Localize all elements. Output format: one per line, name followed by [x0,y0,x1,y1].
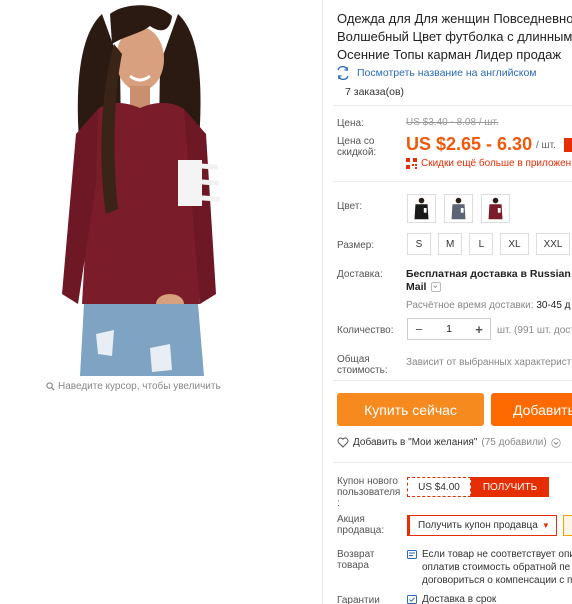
returns-label-line: Возврат [337,549,375,560]
chevron-down-icon [433,285,438,289]
product-details: Одежда для Для женщин Повседневное о Вол… [322,0,572,604]
size-option-xxl[interactable]: XXL [535,233,571,255]
color-swatch-gray[interactable] [444,194,473,223]
quantity-label: Количество: [337,325,394,336]
return-info-icon [407,550,417,559]
buy-now-button[interactable]: Купить сейчас [337,393,484,426]
returns-policy-line: договориться о компенсации с п [422,575,572,586]
shipping-method-line: Mail [406,281,427,293]
add-to-wishlist-link[interactable]: Добавить в "Мои желания" (75 добавили) [337,437,561,448]
quantity-stepper: − 1 + [407,318,491,340]
seller-coupon-text: Получить купон продавца [418,520,538,531]
coupon-label-line: Купон нового [337,476,398,487]
price-label: Цена: [337,118,364,129]
size-label: Размер: [337,240,375,251]
divider [333,462,572,463]
divider [333,380,572,381]
product-title-line: Осенние Топы карман Лидер продаж [337,47,562,62]
guarantee-text: Доставка в срок [422,594,497,604]
color-swatches [407,194,510,223]
shipping-method-line: Бесплатная доставка в Russian Fe [406,268,572,280]
translate-icon [337,66,349,80]
size-option-xl[interactable]: XL [500,233,529,255]
orders-count: 7 заказа(ов) [345,86,405,98]
size-options: S M L XL XXL [407,233,571,255]
product-title-line: Одежда для Для женщин Повседневное о [337,11,572,26]
app-discount-link[interactable]: Скидки ещё больше в приложен [406,158,571,169]
delivery-time-label: Расчётное время доставки: [406,300,534,311]
sale-price-label: Цена со скидкой: [337,136,377,158]
coupon-value: US $4.00 [407,477,471,497]
translate-link-text: Посмотреть название на английском [357,67,537,79]
wishlist-count: (75 добавили) [481,437,547,448]
total-label-line: стоимость: [337,365,388,376]
delivery-guarantee-icon [407,595,417,604]
total-value: Зависит от выбранных характерист [406,357,572,368]
divider [333,105,572,106]
zoom-hint: Наведите курсор, чтобы увеличить [46,381,221,392]
quantity-increase-button[interactable]: + [468,319,490,339]
guarantee-label: Гарантии [337,595,380,604]
coupon-label: Купон нового пользователя : [337,476,400,509]
product-title-line: Волшебный Цвет футболка с длинными р [337,29,572,44]
size-option-s[interactable]: S [407,233,431,255]
seller-coupon-dropdown[interactable]: Получить купон продавца ▼ [407,515,557,536]
color-swatch-burgundy[interactable] [481,194,510,223]
caret-down-icon: ▼ [541,521,550,530]
app-discount-text: Скидки ещё больше в приложен [421,158,572,169]
translate-title-link[interactable]: Посмотреть название на английском [335,66,537,80]
quantity-input[interactable]: 1 [430,323,468,335]
returns-label: Возврат товара [337,549,375,571]
total-label-line: Общая [337,354,370,365]
delivery-time: Расчётное время доставки: 30-45 д [406,300,571,311]
zoom-hint-text: Наведите курсор, чтобы увеличить [58,381,221,392]
seller-promo-label-line: продавца: [337,525,385,536]
shipping-dropdown-button[interactable] [431,282,442,293]
shipping-method: Бесплатная доставка в Russian Fe Mail [406,268,572,294]
price-unit: / шт. [536,140,556,151]
returns-policy-line: оплатив стоимость обратной пе [422,562,571,573]
divider [333,181,572,182]
returns-policy-line: Если товар не соответствует опи [422,549,572,560]
discount-tag [564,138,572,152]
coupon-label-line: : [337,498,340,509]
quantity-decrease-button[interactable]: − [408,319,430,339]
delivery-time-value: 30-45 д [536,300,571,311]
promo-badge [563,515,572,536]
color-swatch-black[interactable] [407,194,436,223]
shipping-label: Доставка: [337,269,383,280]
add-to-cart-button[interactable]: Добавить [491,393,572,426]
size-option-l[interactable]: L [469,233,494,255]
old-price: US $3.40 - 8.08 / шт. [406,117,499,128]
guarantee-value: Доставка в срок [407,594,496,604]
returns-label-line: товара [337,560,369,571]
size-option-m[interactable]: M [438,233,463,255]
coupon-label-line: пользователя [337,487,401,498]
product-title: Одежда для Для женщин Повседневное о Вол… [337,10,572,64]
qr-code-icon [406,158,417,169]
product-photo[interactable] [40,4,240,376]
chevron-down-icon[interactable] [551,437,561,448]
color-label: Цвет: [337,201,363,212]
sale-price: US $2.65 - 6.30 [406,134,533,154]
wishlist-text: Добавить в "Мои желания" [353,437,478,448]
product-gallery: Наведите курсор, чтобы увеличить [0,0,320,400]
seller-promo-label-line: Акция [337,514,365,525]
seller-promo-label: Акция продавца: [337,514,384,536]
heart-plus-icon [337,437,349,448]
total-label: Общая стоимость: [337,354,388,376]
returns-policy: Если товар не соответствует опи оплатив … [407,548,572,587]
get-coupon-button[interactable]: ПОЛУЧИТЬ [471,477,549,497]
quantity-available: шт. (991 шт. доступно) [497,325,572,336]
magnifier-icon [46,382,55,391]
